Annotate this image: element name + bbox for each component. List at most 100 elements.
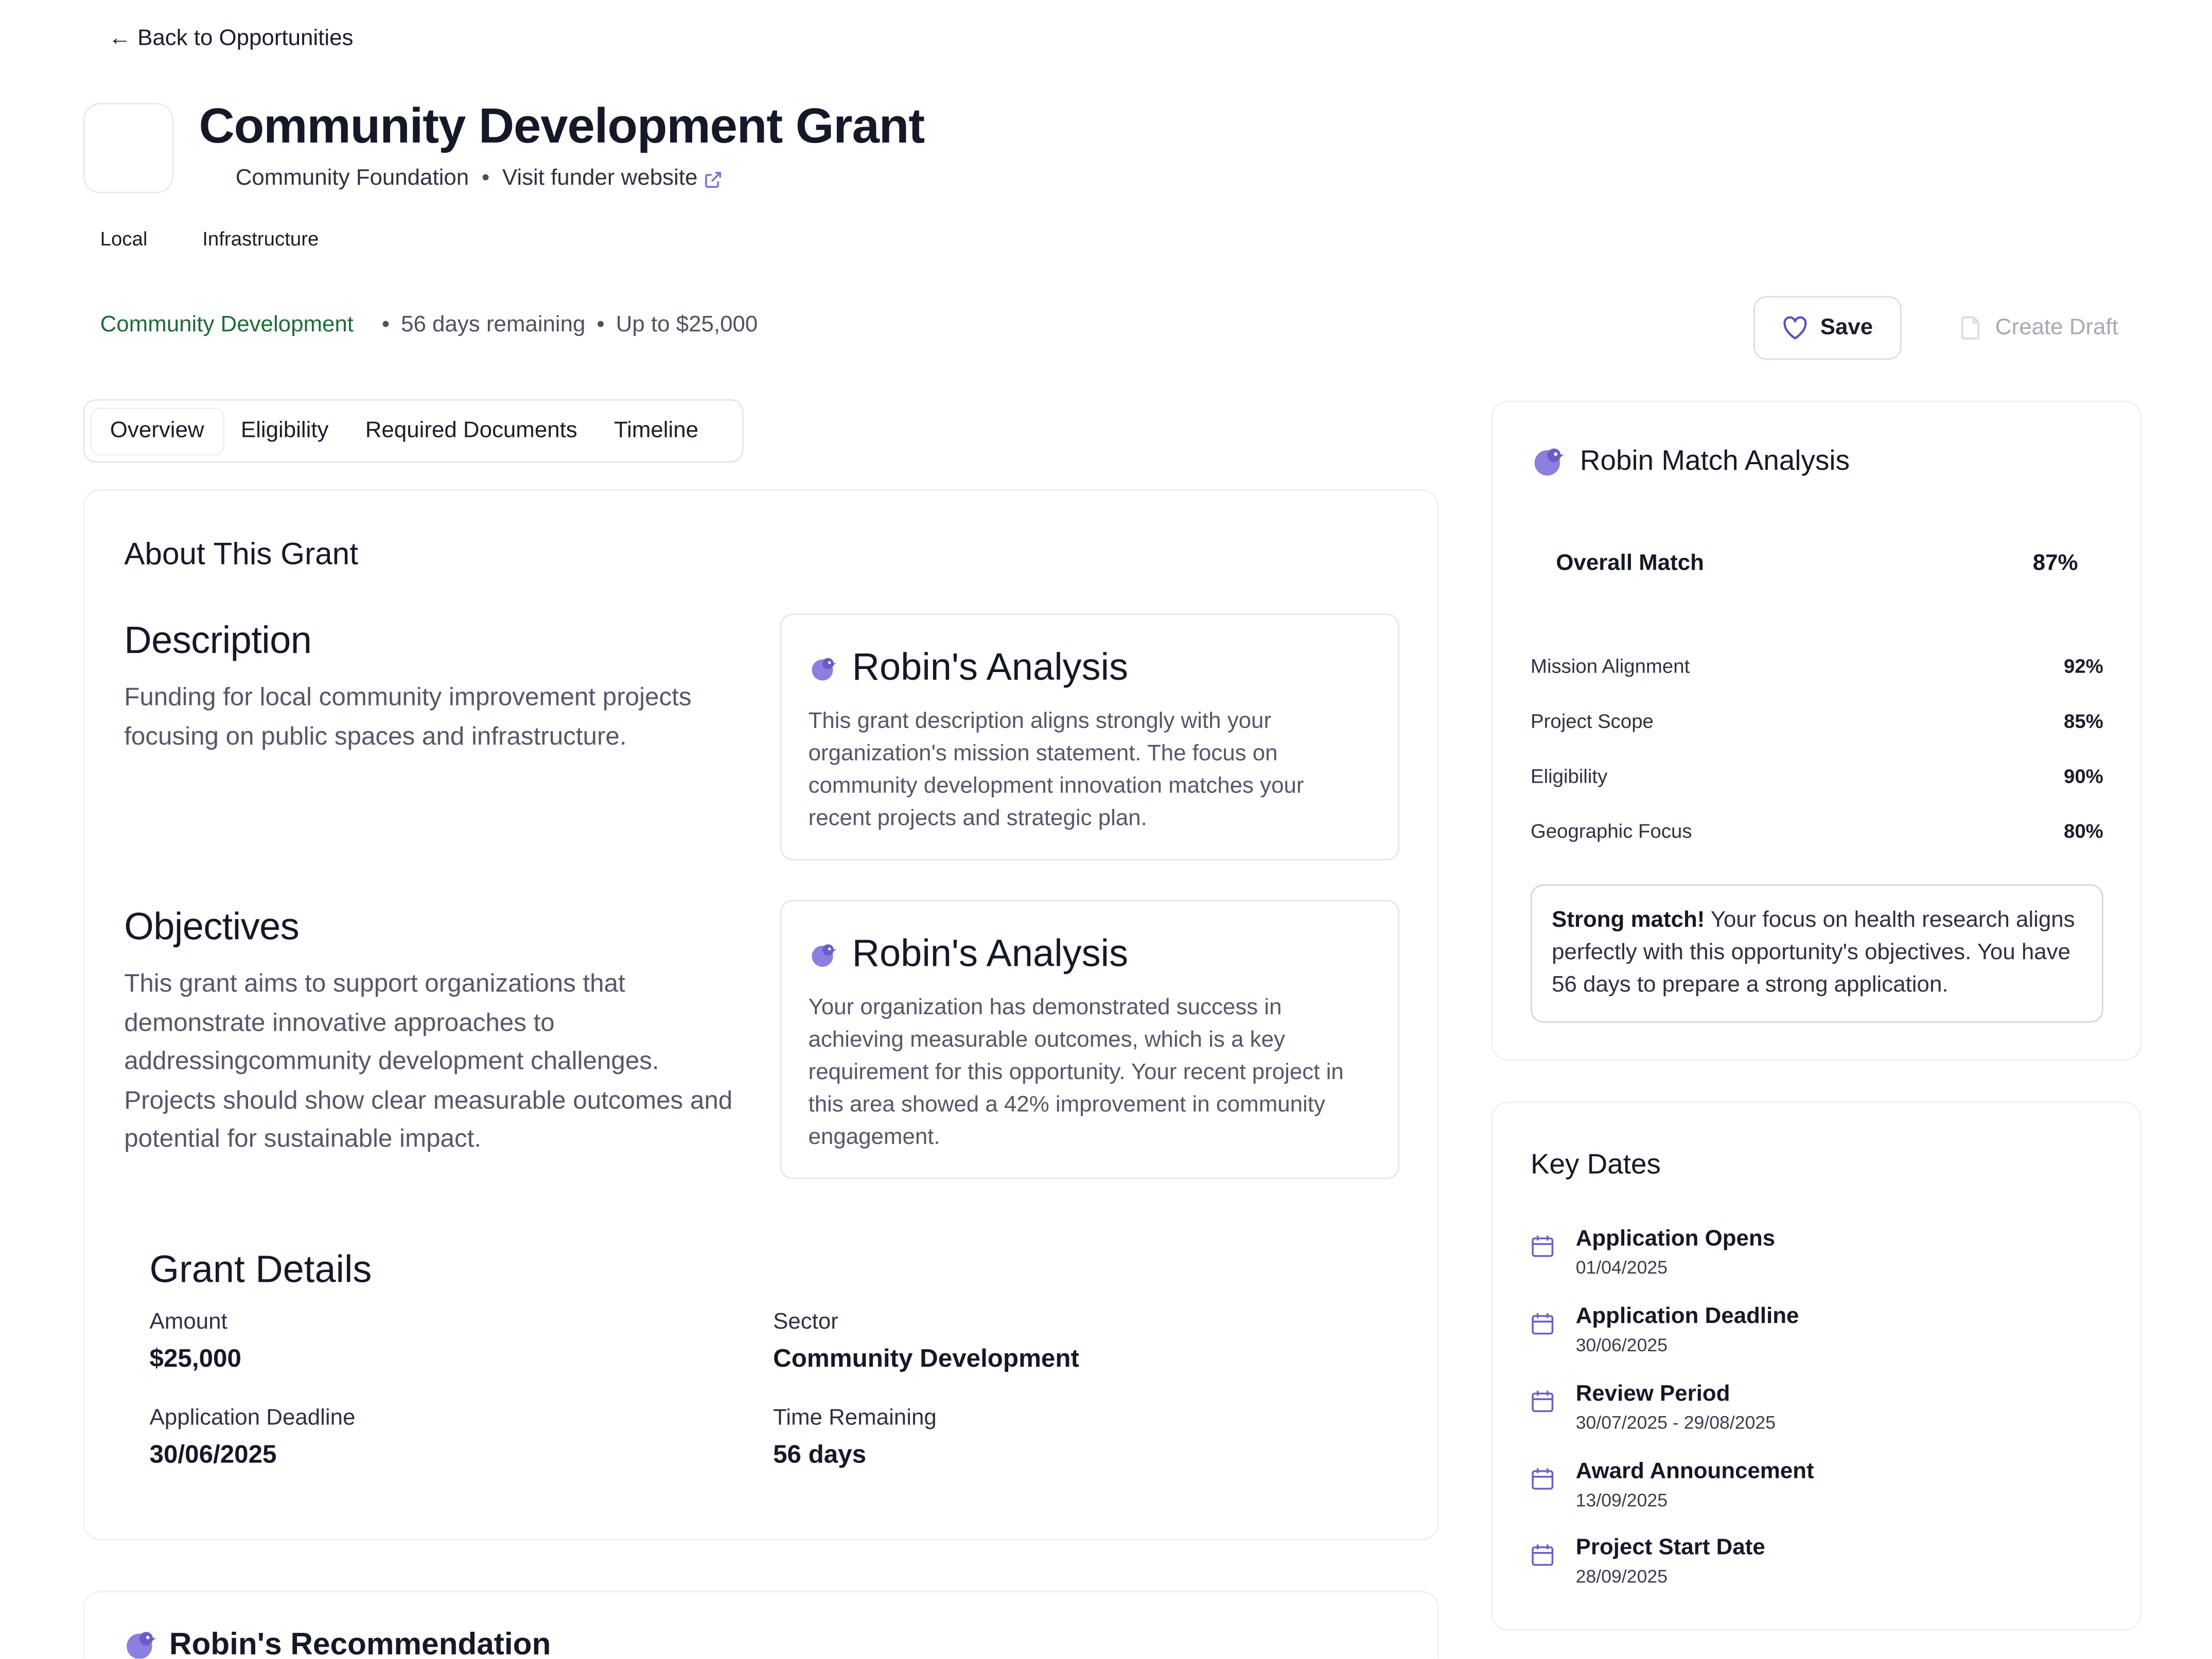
- calendar-icon: [1532, 1313, 1554, 1335]
- create-draft-button[interactable]: Create Draft: [1948, 296, 2131, 360]
- key-date-item: Award Announcement 13/09/2025: [1531, 1460, 1814, 1511]
- match-summary-box: Strong match! Your focus on health resea…: [1530, 884, 2103, 1023]
- key-date-item: Review Period 30/07/2025 - 29/08/2025: [1531, 1382, 1776, 1433]
- match-row-mission: Mission Alignment 92%: [1531, 655, 2103, 677]
- page-root: ← Back to Opportunities Community Develo…: [0, 0, 2212, 1659]
- match-row-value: 85%: [2063, 709, 2103, 732]
- objectives-heading: Objectives: [124, 905, 300, 948]
- key-date-value: 01/04/2025: [1575, 1257, 1668, 1278]
- time-remaining-label: Time Remaining: [773, 1406, 937, 1431]
- key-date-name: Application Opens: [1575, 1227, 1776, 1251]
- key-date-item: Application Opens 01/04/2025: [1531, 1227, 1775, 1278]
- meta-line: Community Development • 56 days remainin…: [100, 313, 758, 339]
- description-analysis-box: Robin's Analysis This grant description …: [780, 613, 1400, 861]
- match-row-label: Mission Alignment: [1530, 654, 1690, 677]
- match-analysis-title: Robin Match Analysis: [1579, 445, 1850, 476]
- overall-match-label: Overall Match: [1556, 551, 1704, 576]
- key-date-item: Project Start Date 28/09/2025: [1531, 1536, 1765, 1587]
- robin-bird-icon: [1534, 448, 1565, 476]
- recommendation-heading: Robin's Recommendation: [124, 1626, 551, 1659]
- visit-funder-label: Visit funder website: [502, 166, 698, 191]
- robin-bird-icon: [812, 657, 837, 680]
- funder-name: Community Foundation: [235, 166, 469, 191]
- page-title: Community Development Grant: [199, 98, 925, 154]
- visit-funder-link[interactable]: Visit funder website: [502, 166, 723, 191]
- match-analysis-heading: Robin Match Analysis: [1532, 444, 1850, 478]
- back-to-opportunities-link[interactable]: ← Back to Opportunities: [109, 27, 353, 52]
- tab-bar: Overview Eligibility Required Documents …: [83, 399, 744, 463]
- robin-bird-icon: [127, 1632, 156, 1659]
- key-date-value: 13/09/2025: [1575, 1489, 1668, 1511]
- heart-icon: [1784, 316, 1807, 340]
- recommendation-card: Robin's Recommendation: [83, 1591, 1439, 1659]
- description-text: Funding for local community improvement …: [124, 682, 692, 750]
- match-row-eligibility: Eligibility 90%: [1531, 765, 2103, 787]
- create-draft-label: Create Draft: [1995, 315, 2118, 340]
- description-heading: Description: [124, 619, 312, 662]
- amount-value: $25,000: [149, 1344, 241, 1372]
- robin-bird-icon: [812, 943, 837, 966]
- tab-required-documents[interactable]: Required Documents: [347, 409, 595, 454]
- external-link-icon: [706, 171, 722, 187]
- analysis-text: Your organization has demonstrated succe…: [808, 996, 1344, 1150]
- key-date-name: Award Announcement: [1575, 1459, 1814, 1484]
- objectives-analysis-box: Robin's Analysis Your organization has d…: [780, 899, 1400, 1179]
- time-remaining-value: 56 days: [773, 1440, 867, 1469]
- bullet: •: [596, 313, 605, 338]
- key-date-value: 30/06/2025: [1575, 1334, 1668, 1356]
- tab-overview[interactable]: Overview: [92, 408, 223, 454]
- document-icon: [1962, 316, 1980, 340]
- match-row-value: 90%: [2063, 764, 2103, 787]
- funder-line: Community Foundation • Visit funder webs…: [236, 166, 723, 191]
- overall-match-row: Overall Match 87%: [1556, 552, 2078, 577]
- match-row-label: Project Scope: [1530, 709, 1654, 732]
- about-grant-card: About This Grant Description Funding for…: [83, 489, 1439, 1541]
- tag-list: Local Infrastructure: [100, 227, 319, 250]
- tag-local: Local: [100, 227, 148, 250]
- match-row-scope: Project Scope 85%: [1531, 710, 2103, 732]
- match-row-label: Geographic Focus: [1530, 819, 1692, 842]
- key-dates-card: Key Dates Application Opens 01/04/2025 A…: [1491, 1101, 2141, 1631]
- match-analysis-card: Robin Match Analysis Overall Match 87% M…: [1491, 400, 2141, 1061]
- match-row-value: 92%: [2063, 654, 2103, 677]
- match-row-geographic: Geographic Focus 80%: [1531, 820, 2103, 842]
- separator-dot: •: [481, 166, 490, 191]
- back-label: ← Back to Opportunities: [109, 27, 354, 51]
- match-row-label: Eligibility: [1530, 764, 1608, 787]
- analysis-heading: Robin's Analysis: [810, 932, 1128, 976]
- tab-timeline[interactable]: Timeline: [595, 409, 716, 454]
- sector-label: Community Development: [100, 313, 354, 338]
- key-dates-title: Key Dates: [1530, 1149, 1661, 1181]
- analysis-text: This grant description aligns strongly w…: [808, 709, 1304, 831]
- funder-logo: [83, 103, 174, 193]
- grant-details-title: Grant Details: [149, 1248, 372, 1291]
- tag-infrastructure: Infrastructure: [202, 227, 319, 250]
- days-remaining: 56 days remaining: [401, 313, 586, 338]
- recommendation-title: Robin's Recommendation: [169, 1626, 551, 1659]
- calendar-icon: [1532, 1390, 1554, 1413]
- analysis-heading: Robin's Analysis: [810, 646, 1128, 690]
- overall-match-value: 87%: [2032, 551, 2078, 576]
- key-date-name: Review Period: [1575, 1382, 1730, 1406]
- tab-eligibility[interactable]: Eligibility: [222, 409, 347, 454]
- save-label: Save: [1820, 315, 1873, 340]
- match-row-value: 80%: [2063, 819, 2103, 842]
- analysis-title: Robin's Analysis: [852, 932, 1129, 975]
- deadline-value: 30/06/2025: [149, 1440, 277, 1469]
- amount-label: Amount: [149, 1310, 227, 1334]
- save-button[interactable]: Save: [1753, 296, 1902, 360]
- analysis-title: Robin's Analysis: [852, 646, 1129, 689]
- calendar-icon: [1532, 1544, 1554, 1566]
- key-date-value: 28/09/2025: [1575, 1565, 1668, 1587]
- amount-range: Up to $25,000: [616, 313, 758, 338]
- calendar-icon: [1532, 1468, 1554, 1490]
- key-date-name: Project Start Date: [1575, 1536, 1765, 1560]
- key-date-value: 30/07/2025 - 29/08/2025: [1575, 1411, 1776, 1433]
- bullet: •: [381, 313, 390, 338]
- about-title: About This Grant: [124, 536, 358, 572]
- calendar-icon: [1532, 1236, 1554, 1257]
- sector-detail-value: Community Development: [773, 1344, 1079, 1372]
- sector-detail-label: Sector: [773, 1310, 838, 1334]
- match-summary-strong: Strong match!: [1552, 908, 1705, 932]
- key-date-item: Application Deadline 30/06/2025: [1531, 1304, 1799, 1355]
